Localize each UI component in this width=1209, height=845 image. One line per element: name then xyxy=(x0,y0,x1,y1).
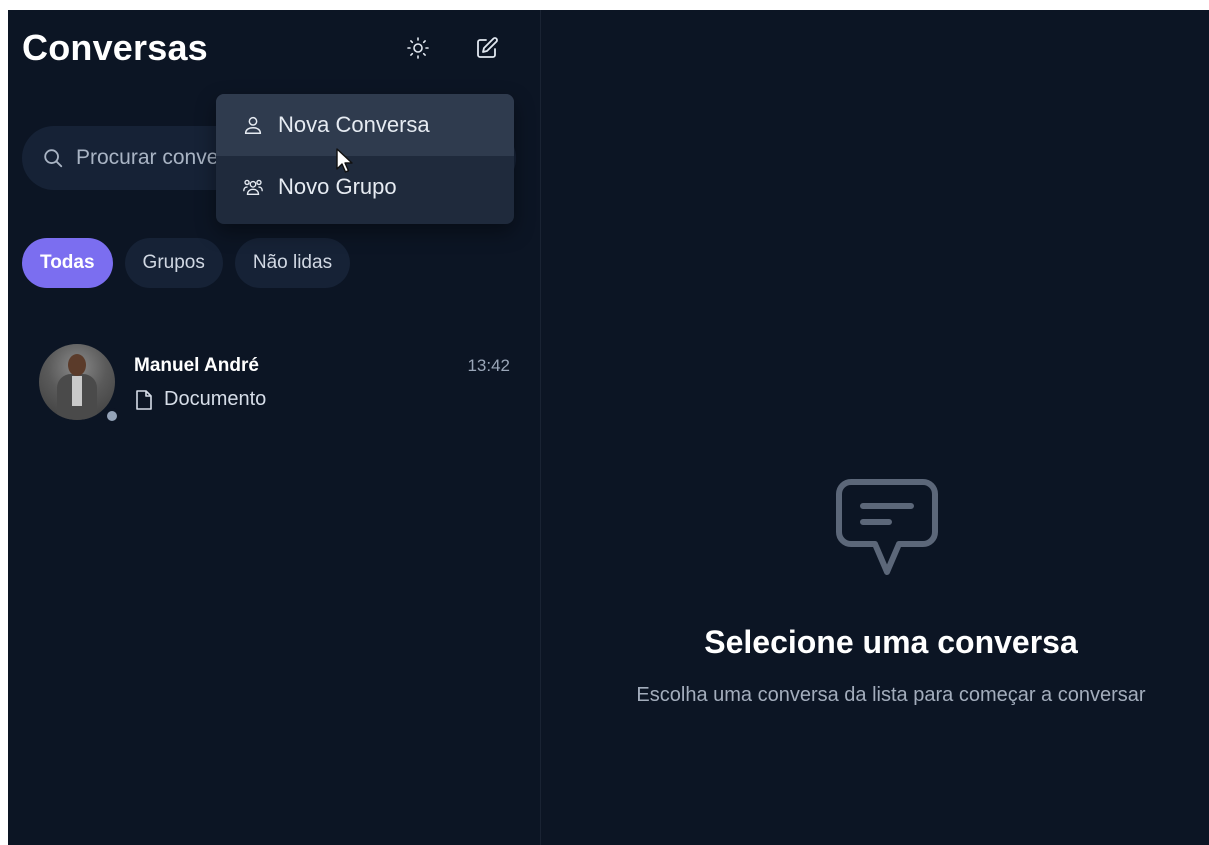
status-dot xyxy=(104,408,120,424)
menu-item-new-conversation[interactable]: Nova Conversa xyxy=(216,94,514,156)
filter-tabs: Todas Grupos Não lidas xyxy=(22,238,351,288)
sidebar-title: Conversas xyxy=(22,27,208,68)
avatar xyxy=(39,344,115,420)
conversation-item[interactable]: Manuel André 13:42 Documento xyxy=(22,336,516,432)
filter-all[interactable]: Todas xyxy=(22,238,113,288)
conversation-preview-text: Documento xyxy=(164,388,267,410)
empty-state-subtitle: Escolha uma conversa da lista para começ… xyxy=(636,684,1146,706)
sidebar: Conversas Todas Grupos Não lidas xyxy=(8,10,541,845)
conversation-preview: Documento xyxy=(134,388,266,411)
users-icon xyxy=(243,179,263,196)
file-icon xyxy=(136,389,152,410)
filter-groups[interactable]: Grupos xyxy=(124,238,223,288)
mouse-cursor-icon xyxy=(336,148,353,173)
conversation-name: Manuel André xyxy=(134,355,259,376)
conversation-panel: Selecione uma conversa Escolha uma conve… xyxy=(541,10,1209,845)
new-chat-button[interactable] xyxy=(469,30,505,66)
sun-icon xyxy=(407,37,429,59)
user-icon xyxy=(244,116,262,134)
menu-item-label: Novo Grupo xyxy=(278,174,397,199)
conversation-time: 13:42 xyxy=(467,356,510,375)
message-square-icon xyxy=(836,479,938,575)
empty-state-title: Selecione uma conversa xyxy=(704,624,1078,660)
theme-toggle-button[interactable] xyxy=(400,30,436,66)
pencil-square-icon xyxy=(477,37,498,58)
menu-item-label: Nova Conversa xyxy=(278,112,430,137)
filter-unread[interactable]: Não lidas xyxy=(234,238,351,288)
app-window: Conversas Todas Grupos Não lidas xyxy=(8,10,1209,845)
search-icon xyxy=(44,149,63,168)
new-chat-menu: Nova Conversa Novo Grupo xyxy=(216,94,514,224)
menu-item-new-group[interactable]: Novo Grupo xyxy=(216,156,514,218)
